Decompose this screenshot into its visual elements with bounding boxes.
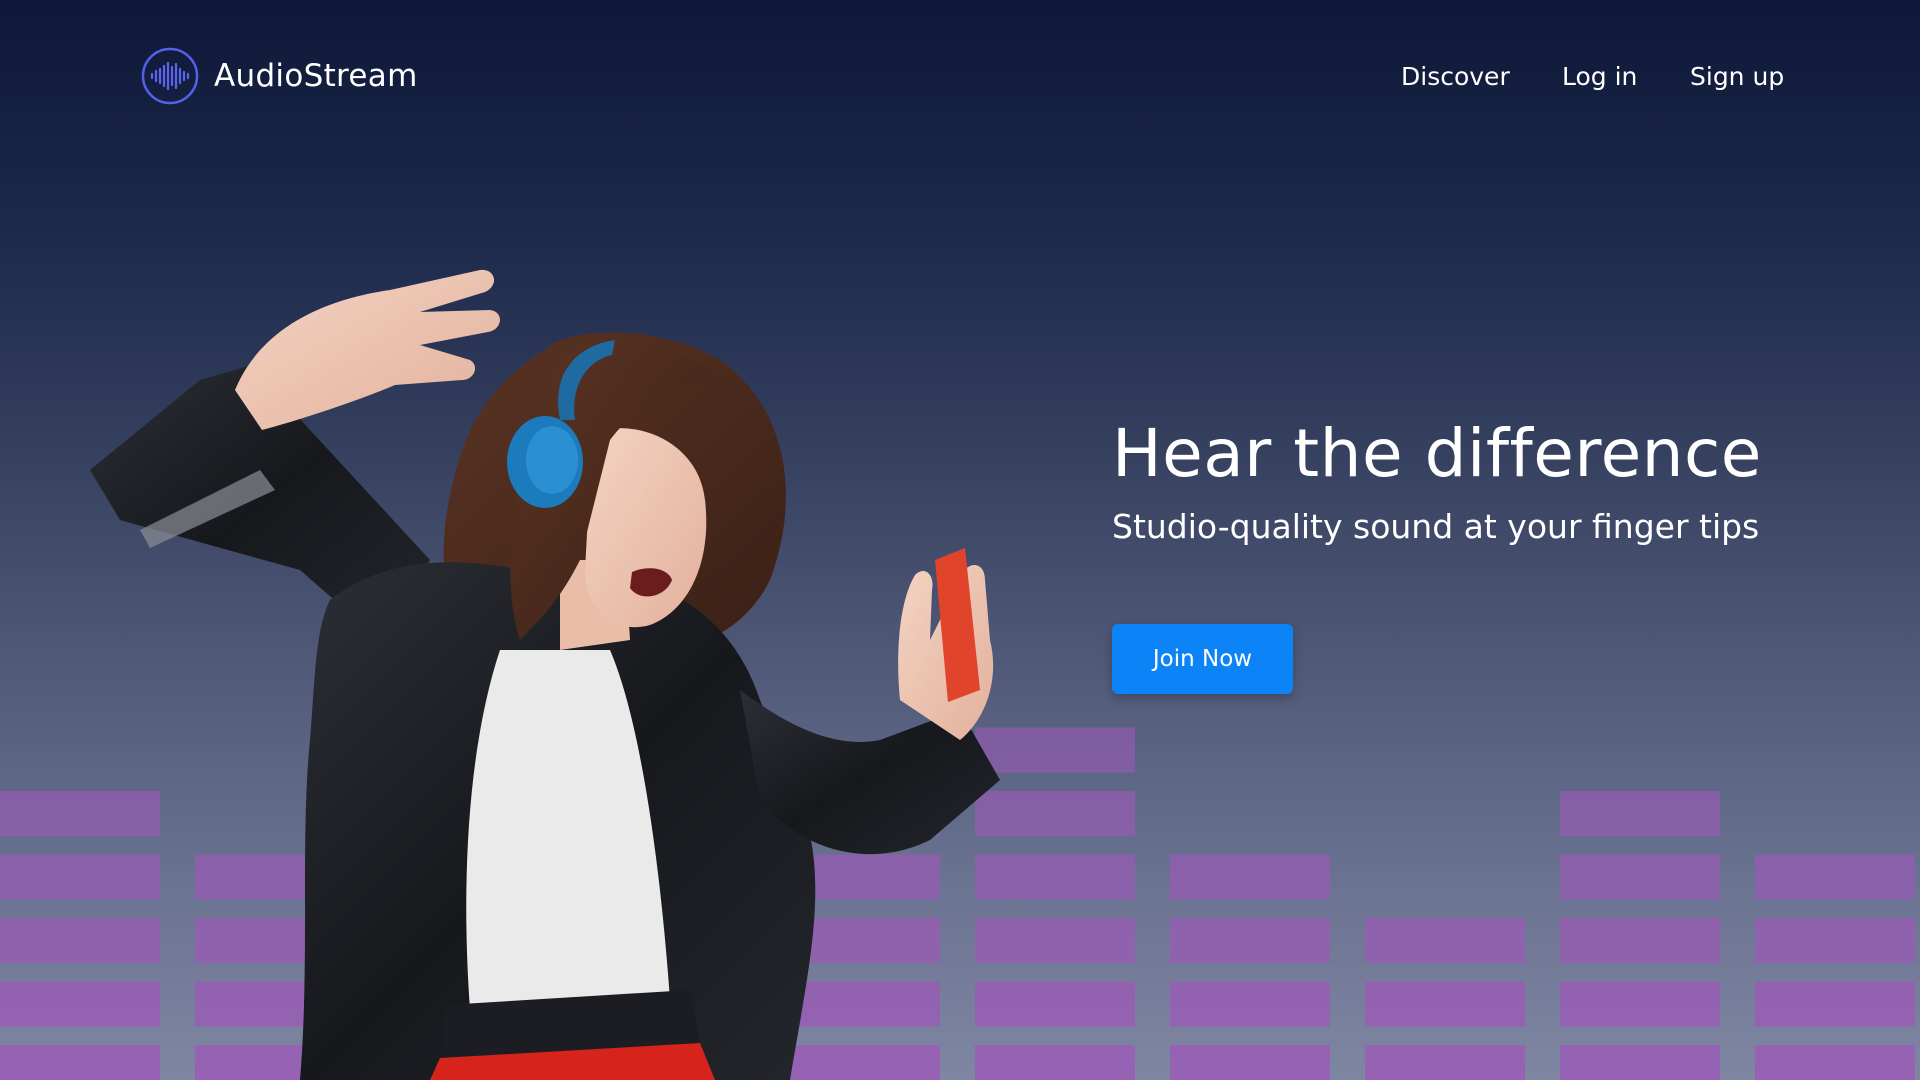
hero-subtitle: Studio-quality sound at your finger tips: [1112, 506, 1760, 546]
landing-page: AudioStream Discover Log in Sign up Hear…: [0, 0, 1920, 1080]
hero-title: Hear the difference: [1112, 415, 1762, 492]
hero-section: Hear the difference Studio-quality sound…: [1112, 415, 1762, 546]
join-now-button[interactable]: Join Now: [1112, 624, 1293, 694]
